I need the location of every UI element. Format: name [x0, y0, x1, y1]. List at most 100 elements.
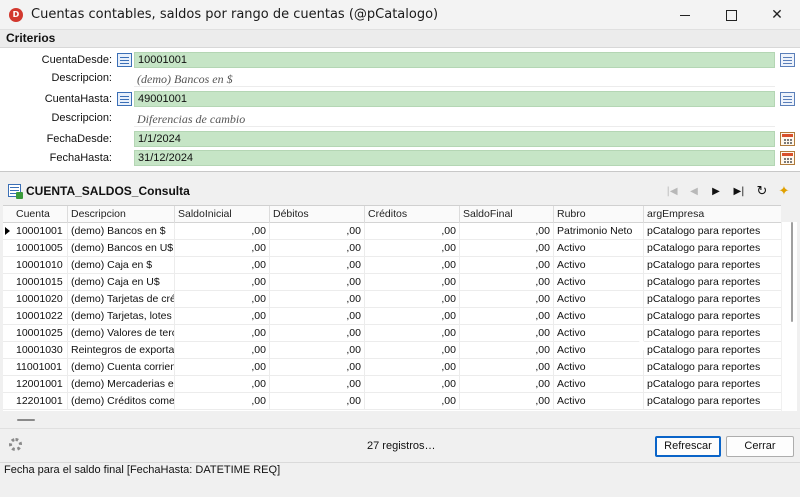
table-row[interactable]: 10001022 (demo) Tarjetas, lotes ,00,00,00,… [3, 308, 781, 325]
cell-debitos[interactable]: ,00 [270, 393, 365, 410]
cell-saldoinicial[interactable]: ,00 [175, 257, 270, 274]
last-record-icon[interactable]: ▶| [729, 182, 749, 200]
cell-descripcion[interactable]: (demo) Tarjetas, lotes [68, 308, 175, 325]
cell-saldofinal[interactable]: ,00 [460, 393, 554, 410]
cell-cuenta[interactable]: 10001010 [13, 257, 68, 274]
fecha-hasta-field[interactable]: 31/12/2024 [134, 150, 775, 166]
cell-creditos[interactable]: ,00 [365, 325, 460, 342]
fecha-hasta-calendar-icon[interactable] [780, 151, 795, 165]
cell-argempresa[interactable]: pCatalogo para reportes [644, 359, 781, 376]
cell-argempresa[interactable]: pCatalogo para reportes [644, 257, 781, 274]
cell-saldofinal[interactable]: ,00 [460, 274, 554, 291]
gear-icon[interactable] [9, 438, 22, 451]
table-row[interactable]: 10001025 (demo) Valores de terc ,00,00,00,… [3, 325, 781, 342]
cuenta-hasta-list-icon[interactable] [780, 92, 795, 106]
cell-cuenta[interactable]: 10001025 [13, 325, 68, 342]
column-header-cuenta[interactable]: Cuenta [13, 206, 68, 223]
cell-saldofinal[interactable]: ,00 [460, 325, 554, 342]
sparkle-icon[interactable]: ✦ [774, 182, 794, 200]
fecha-desde-field[interactable]: 1/1/2024 [134, 131, 775, 147]
column-header-debitos[interactable]: Débitos [270, 206, 365, 223]
cell-debitos[interactable]: ,00 [270, 291, 365, 308]
table-row[interactable]: 10001001 (demo) Bancos en $ ,00,00,00,00 Pa… [3, 223, 781, 240]
cell-saldofinal[interactable]: ,00 [460, 223, 554, 240]
cell-saldoinicial[interactable]: ,00 [175, 223, 270, 240]
cell-creditos[interactable]: ,00 [365, 359, 460, 376]
cell-rubro[interactable]: Activo [554, 376, 644, 393]
cell-descripcion[interactable]: (demo) Caja en U$ [68, 274, 175, 291]
cell-rubro[interactable]: Activo [554, 291, 644, 308]
horizontal-scrollbar[interactable] [3, 411, 781, 427]
cuenta-hasta-lookup-icon[interactable] [117, 92, 132, 106]
cell-argempresa[interactable]: pCatalogo para reportes [644, 240, 781, 257]
cell-rubro[interactable]: Activo [554, 308, 644, 325]
cell-descripcion[interactable]: Reintegros de exportac [68, 342, 175, 359]
cell-saldoinicial[interactable]: ,00 [175, 359, 270, 376]
cuenta-desde-list-icon[interactable] [780, 53, 795, 67]
cell-creditos[interactable]: ,00 [365, 257, 460, 274]
refresh-icon[interactable]: ↻ [752, 182, 772, 200]
cell-saldofinal[interactable]: ,00 [460, 376, 554, 393]
cell-cuenta[interactable]: 12201001 [13, 393, 68, 410]
table-row[interactable]: 10001015 (demo) Caja en U$ ,00,00,00,00 Act… [3, 274, 781, 291]
cell-rubro[interactable]: Activo [554, 393, 644, 410]
cell-cuenta[interactable]: 10001020 [13, 291, 68, 308]
cell-debitos[interactable]: ,00 [270, 342, 365, 359]
cell-descripcion[interactable]: (demo) Mercaderias en [68, 376, 175, 393]
cell-cuenta[interactable]: 11001001 [13, 359, 68, 376]
cell-saldofinal[interactable]: ,00 [460, 359, 554, 376]
close-button[interactable]: Cerrar [726, 436, 794, 457]
column-header-creditos[interactable]: Créditos [365, 206, 460, 223]
first-record-icon[interactable]: |◀ [662, 182, 682, 200]
cell-saldoinicial[interactable]: ,00 [175, 376, 270, 393]
cell-argempresa[interactable]: pCatalogo para reportes [644, 308, 781, 325]
cell-argempresa[interactable]: pCatalogo para reportes [644, 274, 781, 291]
cell-creditos[interactable]: ,00 [365, 240, 460, 257]
cell-descripcion[interactable]: (demo) Bancos en U$ [68, 240, 175, 257]
cell-rubro[interactable]: Activo [554, 274, 644, 291]
cell-descripcion[interactable]: (demo) Bancos en $ [68, 223, 175, 240]
cell-cuenta[interactable]: 12001001 [13, 376, 68, 393]
cell-saldoinicial[interactable]: ,00 [175, 342, 270, 359]
cell-creditos[interactable]: ,00 [365, 308, 460, 325]
cell-rubro[interactable]: Activo [554, 342, 644, 359]
cell-debitos[interactable]: ,00 [270, 325, 365, 342]
cell-debitos[interactable]: ,00 [270, 257, 365, 274]
cell-descripcion[interactable]: (demo) Tarjetas de cré [68, 291, 175, 308]
cell-saldofinal[interactable]: ,00 [460, 240, 554, 257]
cell-cuenta[interactable]: 10001030 [13, 342, 68, 359]
cell-saldoinicial[interactable]: ,00 [175, 393, 270, 410]
table-row[interactable]: 10001030 Reintegros de exportac ,00,00,00,… [3, 342, 781, 359]
cell-creditos[interactable]: ,00 [365, 376, 460, 393]
vertical-scroll-thumb[interactable] [791, 222, 793, 322]
cell-saldoinicial[interactable]: ,00 [175, 308, 270, 325]
table-row[interactable]: 10001020 (demo) Tarjetas de cré ,00,00,00,… [3, 291, 781, 308]
refresh-button[interactable]: Refrescar [655, 436, 721, 457]
cell-rubro[interactable]: Activo [554, 240, 644, 257]
horizontal-scroll-thumb[interactable] [17, 419, 35, 421]
cell-rubro[interactable]: Activo [554, 257, 644, 274]
column-header-descripcion[interactable]: Descripcion [68, 206, 175, 223]
cell-cuenta[interactable]: 10001015 [13, 274, 68, 291]
cell-cuenta[interactable]: 10001001 [13, 223, 68, 240]
column-header-saldoinicial[interactable]: SaldoInicial [175, 206, 270, 223]
cell-saldofinal[interactable]: ,00 [460, 308, 554, 325]
cell-argempresa[interactable]: pCatalogo para reportes [644, 376, 781, 393]
cuenta-hasta-field[interactable]: 49001001 [134, 91, 775, 107]
cell-creditos[interactable]: ,00 [365, 274, 460, 291]
table-row[interactable]: 10001005 (demo) Bancos en U$ ,00,00,00,00 A… [3, 240, 781, 257]
cell-saldoinicial[interactable]: ,00 [175, 240, 270, 257]
cell-argempresa[interactable]: pCatalogo para reportes [644, 325, 781, 342]
minimize-button[interactable] [662, 0, 708, 30]
cell-descripcion[interactable]: (demo) Cuenta corrient [68, 359, 175, 376]
table-row[interactable]: 11001001 (demo) Cuenta corrient ,00,00,00,… [3, 359, 781, 376]
cell-debitos[interactable]: ,00 [270, 376, 365, 393]
cell-creditos[interactable]: ,00 [365, 223, 460, 240]
cell-debitos[interactable]: ,00 [270, 274, 365, 291]
cell-saldofinal[interactable]: ,00 [460, 291, 554, 308]
column-header-argempresa[interactable]: argEmpresa [644, 206, 781, 223]
cell-debitos[interactable]: ,00 [270, 359, 365, 376]
cell-creditos[interactable]: ,00 [365, 342, 460, 359]
cell-saldoinicial[interactable]: ,00 [175, 291, 270, 308]
cell-descripcion[interactable]: (demo) Créditos comerc [68, 393, 175, 410]
